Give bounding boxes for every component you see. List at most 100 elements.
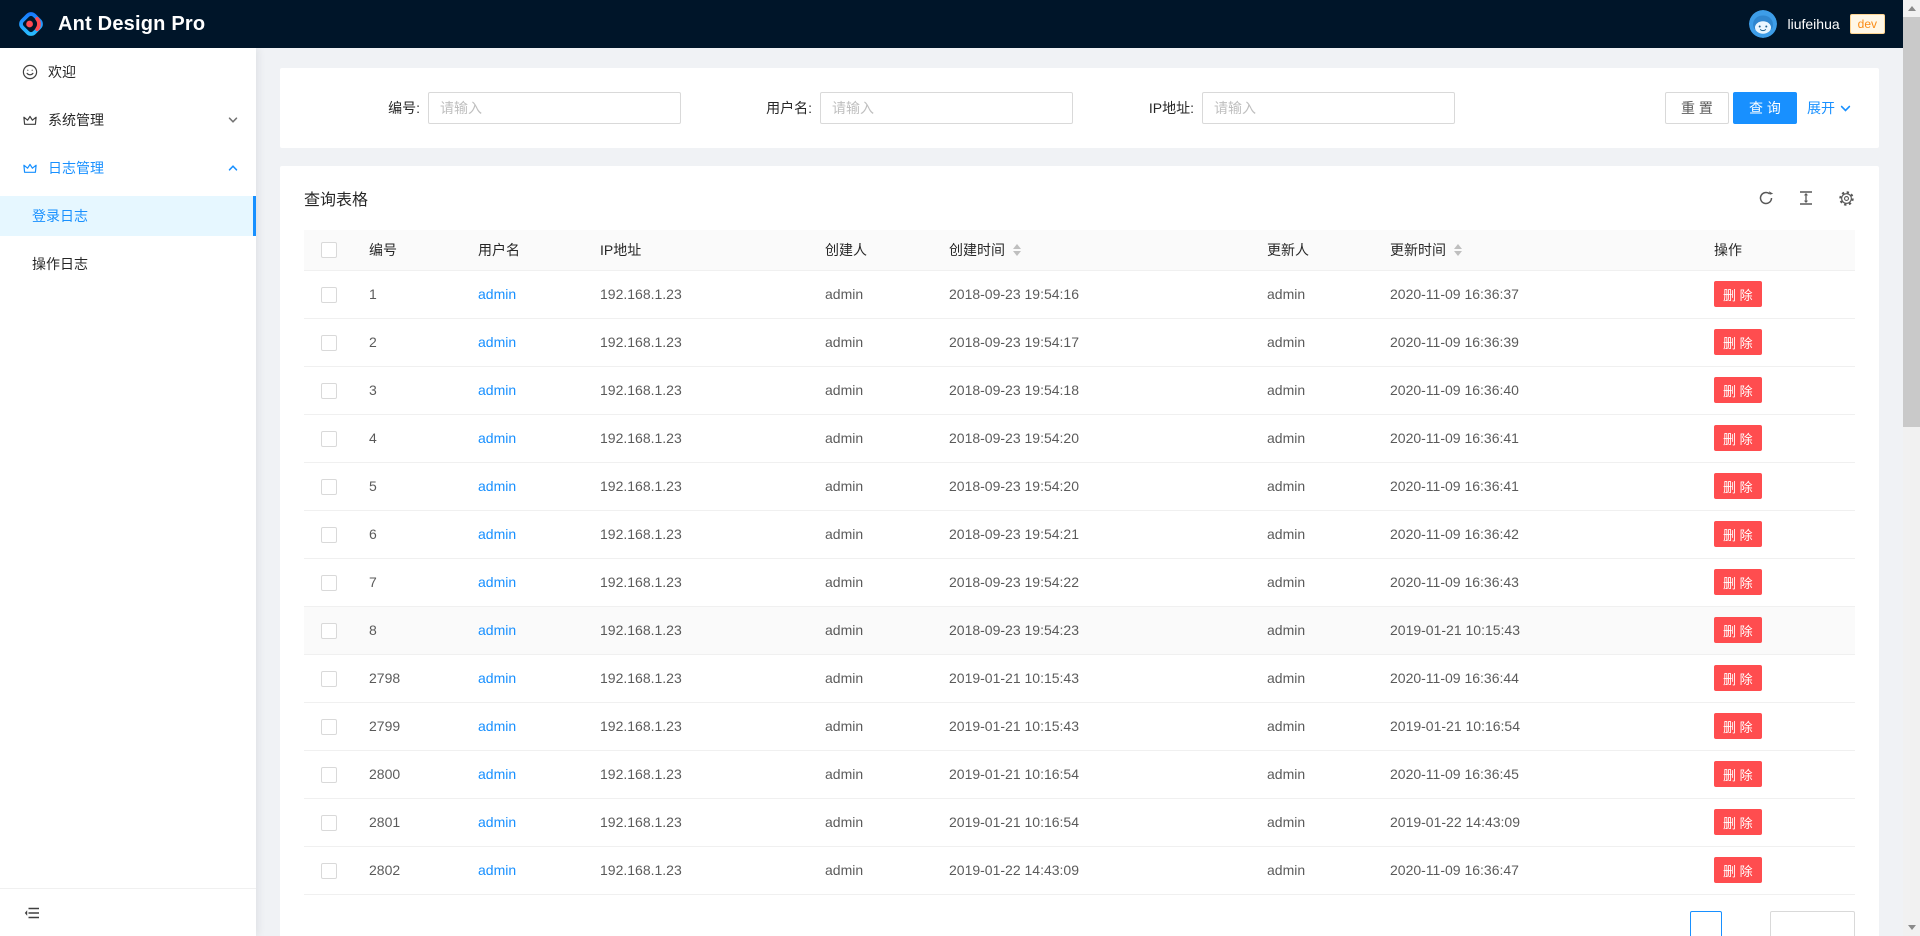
pagination-page-button[interactable] [1690,911,1722,936]
cell-creator: admin [809,654,933,702]
row-checkbox[interactable] [321,623,337,639]
page-size-select[interactable] [1770,911,1855,936]
app-logo-icon [16,9,46,39]
settings-icon[interactable] [1838,190,1855,207]
delete-button[interactable]: 删 除 [1714,473,1762,499]
delete-button[interactable]: 删 除 [1714,425,1762,451]
ip-input[interactable] [1202,92,1455,124]
delete-button[interactable]: 删 除 [1714,809,1762,835]
field-label-id: 编号: [330,92,420,124]
row-checkbox[interactable] [321,815,337,831]
cell-ip: 192.168.1.23 [584,366,809,414]
app-logo[interactable]: Ant Design Pro [16,9,205,39]
cell-created-time: 2019-01-21 10:15:43 [933,702,1251,750]
delete-button[interactable]: 删 除 [1714,281,1762,307]
row-checkbox[interactable] [321,671,337,687]
username-link[interactable]: admin [478,334,516,350]
row-checkbox[interactable] [321,383,337,399]
reset-button[interactable]: 重 置 [1665,92,1729,124]
delete-button[interactable]: 删 除 [1714,761,1762,787]
table-row: 5 admin 192.168.1.23 admin 2018-09-23 19… [304,462,1855,510]
scroll-up-arrow-icon[interactable] [1903,0,1920,17]
page-scrollbar[interactable] [1903,0,1920,936]
column-header-username: 用户名 [462,230,584,270]
cell-ip: 192.168.1.23 [584,798,809,846]
expand-link[interactable]: 展开 [1807,92,1851,124]
row-checkbox[interactable] [321,767,337,783]
sidebar-item-login-log[interactable]: 登录日志 [0,196,256,236]
row-checkbox[interactable] [321,575,337,591]
username-link[interactable]: admin [478,382,516,398]
sidebar-item-log-management[interactable]: 日志管理 [0,148,256,188]
username-link[interactable]: admin [478,670,516,686]
column-header-created-time[interactable]: 创建时间 [933,230,1251,270]
cell-updated-time: 2020-11-09 16:36:41 [1374,414,1670,462]
cell-created-time: 2018-09-23 19:54:20 [933,414,1251,462]
scroll-down-arrow-icon[interactable] [1903,919,1920,936]
column-header-updated-time[interactable]: 更新时间 [1374,230,1670,270]
row-checkbox[interactable] [321,527,337,543]
username-link[interactable]: admin [478,766,516,782]
delete-button[interactable]: 删 除 [1714,521,1762,547]
table-toolbar: 查询表格 [280,166,1879,230]
user-menu[interactable]: liufeihua dev [1745,0,1889,48]
cell-updated-time: 2020-11-09 16:36:43 [1374,558,1670,606]
collapse-sidebar-icon[interactable] [24,905,40,921]
sidebar-item-label: 登录日志 [32,206,88,226]
username-link[interactable]: admin [478,286,516,302]
username-link[interactable]: admin [478,430,516,446]
username-link[interactable]: admin [478,862,516,878]
query-table-card: 查询表格 [280,166,1879,936]
username-link[interactable]: admin [478,574,516,590]
cell-updated-time: 2020-11-09 16:36:40 [1374,366,1670,414]
username-link[interactable]: admin [478,622,516,638]
delete-button[interactable]: 删 除 [1714,617,1762,643]
username-link[interactable]: admin [478,478,516,494]
sidebar: 欢迎 系统管理 日志管理 [0,48,256,936]
cell-ip: 192.168.1.23 [584,654,809,702]
cell-creator: admin [809,414,933,462]
cell-updater: admin [1251,270,1374,318]
query-button[interactable]: 查 询 [1733,92,1797,124]
row-checkbox[interactable] [321,719,337,735]
column-header-actions: 操作 [1670,230,1855,270]
reload-icon[interactable] [1758,190,1774,206]
delete-button[interactable]: 删 除 [1714,569,1762,595]
username-input[interactable] [820,92,1073,124]
cell-creator: admin [809,462,933,510]
row-checkbox[interactable] [321,431,337,447]
select-all-checkbox[interactable] [321,242,337,258]
user-name: liufeihua [1787,16,1839,32]
cell-updated-time: 2020-11-09 16:36:45 [1374,750,1670,798]
scrollbar-thumb[interactable] [1903,17,1920,427]
pagination-prev-button[interactable] [1650,911,1682,936]
delete-button[interactable]: 删 除 [1714,713,1762,739]
env-tag: dev [1850,14,1885,34]
username-link[interactable]: admin [478,814,516,830]
cell-updater: admin [1251,414,1374,462]
table-row: 6 admin 192.168.1.23 admin 2018-09-23 19… [304,510,1855,558]
row-checkbox[interactable] [321,287,337,303]
app-header: Ant Design Pro liufeihua dev [0,0,1903,48]
username-link[interactable]: admin [478,718,516,734]
row-checkbox[interactable] [321,335,337,351]
smile-icon [22,64,38,80]
pagination-next-button[interactable] [1730,911,1762,936]
column-height-icon[interactable] [1798,190,1814,206]
delete-button[interactable]: 删 除 [1714,329,1762,355]
sidebar-footer [0,888,256,936]
column-header-id: 编号 [353,230,462,270]
cell-id: 2 [353,318,462,366]
delete-button[interactable]: 删 除 [1714,857,1762,883]
delete-button[interactable]: 删 除 [1714,665,1762,691]
sidebar-item-system-management[interactable]: 系统管理 [0,100,256,140]
row-checkbox[interactable] [321,479,337,495]
id-input[interactable] [428,92,681,124]
sidebar-item-welcome[interactable]: 欢迎 [0,52,256,92]
sidebar-item-operation-log[interactable]: 操作日志 [0,244,256,284]
username-link[interactable]: admin [478,526,516,542]
delete-button[interactable]: 删 除 [1714,377,1762,403]
column-header-ip: IP地址 [584,230,809,270]
row-checkbox[interactable] [321,863,337,879]
cell-ip: 192.168.1.23 [584,462,809,510]
